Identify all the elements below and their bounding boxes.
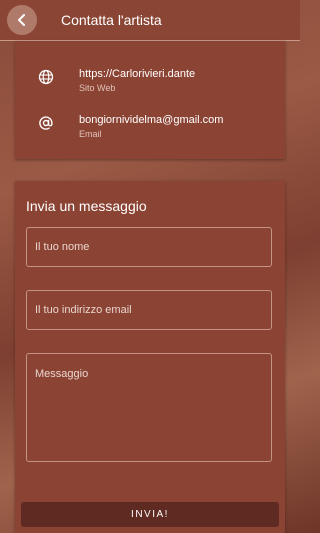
website-label: Sito Web [79, 83, 116, 93]
app-bar: Contatta l'artista [0, 0, 300, 41]
website-row[interactable]: https://Carlorivieri.dante Sito Web [15, 65, 285, 101]
message-form-card: Invia un messaggio [15, 181, 285, 533]
chevron-left-icon [18, 14, 25, 26]
form-title: Invia un messaggio [26, 198, 147, 214]
page-title: Contatta l'artista [61, 12, 162, 28]
back-button[interactable] [7, 5, 37, 35]
email-value: bongiornividelma@gmail.com [79, 114, 224, 126]
contact-info-card: https://Carlorivieri.dante Sito Web bong… [15, 41, 285, 159]
website-value: https://Carlorivieri.dante [79, 68, 196, 80]
globe-icon [38, 69, 54, 85]
email-label: Email [79, 129, 102, 139]
email-input[interactable] [26, 290, 272, 330]
at-sign-icon [39, 116, 53, 130]
name-input[interactable] [26, 227, 272, 267]
send-button[interactable]: INVIA! [21, 502, 279, 527]
email-row[interactable]: bongiornividelma@gmail.com Email [15, 111, 285, 147]
message-input[interactable] [26, 353, 272, 462]
